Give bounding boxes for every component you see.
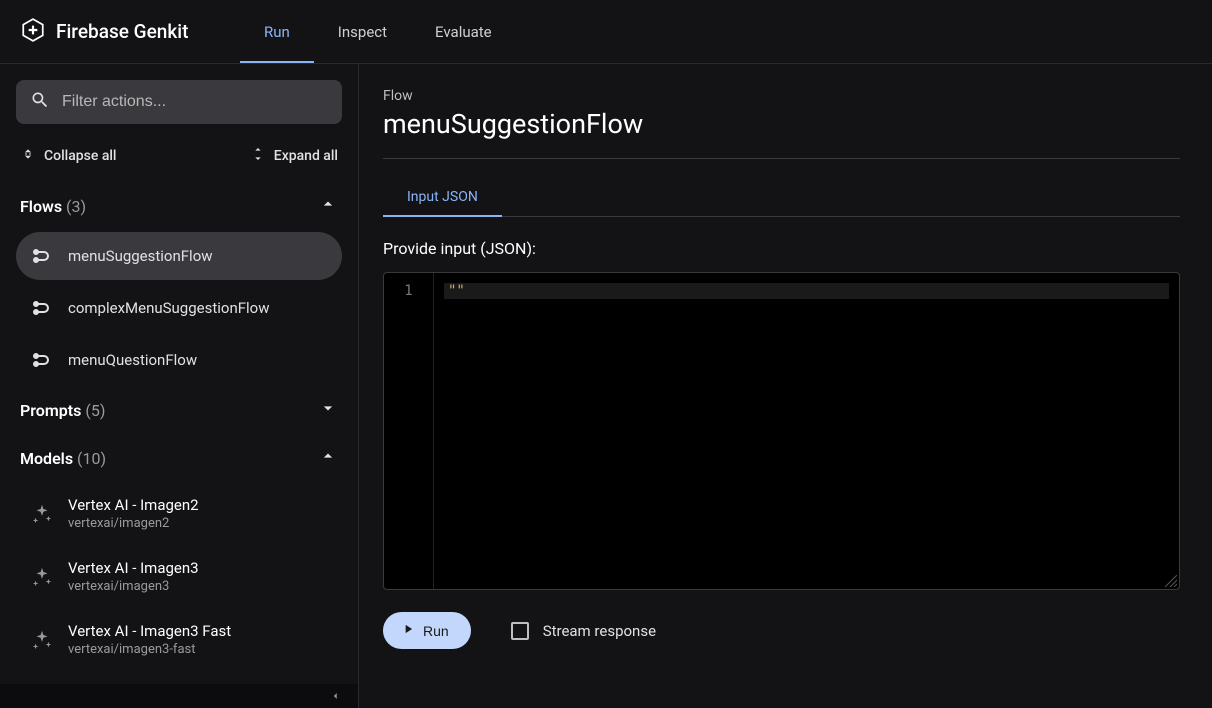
resize-handle-icon[interactable] [1165,575,1177,587]
model-id: vertexai/imagen3-fast [68,642,231,657]
collapse-all-button[interactable]: Collapse all [20,146,117,166]
sidebar-collapse-handle[interactable] [0,684,358,708]
checkbox-icon [511,622,529,640]
flow-label: menuSuggestionFlow [68,247,213,265]
sparkle-icon [30,628,54,652]
flow-icon [30,296,54,320]
model-id: vertexai/imagen2 [68,516,199,531]
divider [383,158,1180,159]
chevron-up-icon [318,194,338,218]
search-icon [30,90,50,114]
chevron-up-icon [318,446,338,470]
flow-icon [30,244,54,268]
flow-item-menu-question[interactable]: menuQuestionFlow [16,336,342,384]
sidebar: Collapse all Expand all Flows (3) menuSu… [0,64,359,708]
firebase-genkit-logo-icon [20,17,46,47]
page-title: menuSuggestionFlow [383,108,1180,140]
chevron-down-icon [318,398,338,422]
nav-tabs: Run Inspect Evaluate [240,0,516,63]
model-item-imagen3[interactable]: Vertex AI - Imagen3 vertexai/imagen3 [16,547,342,606]
flow-label: complexMenuSuggestionFlow [68,299,270,317]
sparkle-icon [30,565,54,589]
model-item-imagen3-fast[interactable]: Vertex AI - Imagen3 Fast vertexai/imagen… [16,610,342,669]
section-models-header[interactable]: Models (10) [16,434,342,482]
flow-item-menu-suggestion[interactable]: menuSuggestionFlow [16,232,342,280]
flow-label: menuQuestionFlow [68,351,197,369]
model-item-imagen2[interactable]: Vertex AI - Imagen2 vertexai/imagen2 [16,484,342,543]
breadcrumb: Flow [383,88,1180,104]
sparkle-icon [30,502,54,526]
input-label: Provide input (JSON): [383,239,1180,258]
search-input[interactable] [62,93,328,111]
nav-tab-inspect[interactable]: Inspect [314,0,411,63]
collapse-controls: Collapse all Expand all [16,138,342,182]
section-prompts-header[interactable]: Prompts (5) [16,386,342,434]
expand-icon [250,146,266,166]
collapse-icon [20,146,36,166]
action-row: Run Stream response [383,612,1180,649]
line-gutter: 1 [384,273,434,589]
stream-response-checkbox[interactable]: Stream response [511,622,656,640]
model-name: Vertex AI - Imagen2 [68,496,199,514]
run-button[interactable]: Run [383,612,471,649]
code-content[interactable]: "" [434,273,1179,589]
logo: Firebase Genkit [20,17,240,47]
checkbox-label: Stream response [543,622,656,640]
nav-tab-evaluate[interactable]: Evaluate [411,0,516,63]
sub-tabs: Input JSON [383,179,1180,217]
json-editor[interactable]: 1 "" [383,272,1180,590]
tab-input-json[interactable]: Input JSON [383,179,502,217]
nav-tab-run[interactable]: Run [240,0,314,63]
search-box[interactable] [16,80,342,124]
section-flows-header[interactable]: Flows (3) [16,182,342,230]
flow-icon [30,348,54,372]
main-panel: Flow menuSuggestionFlow Input JSON Provi… [359,64,1212,708]
brand-name: Firebase Genkit [56,20,188,43]
expand-all-button[interactable]: Expand all [250,146,338,166]
play-icon [401,622,415,639]
model-id: vertexai/imagen3 [68,579,199,594]
model-name: Vertex AI - Imagen3 [68,559,199,577]
flow-item-complex-menu-suggestion[interactable]: complexMenuSuggestionFlow [16,284,342,332]
app-header: Firebase Genkit Run Inspect Evaluate [0,0,1212,64]
model-name: Vertex AI - Imagen3 Fast [68,622,231,640]
